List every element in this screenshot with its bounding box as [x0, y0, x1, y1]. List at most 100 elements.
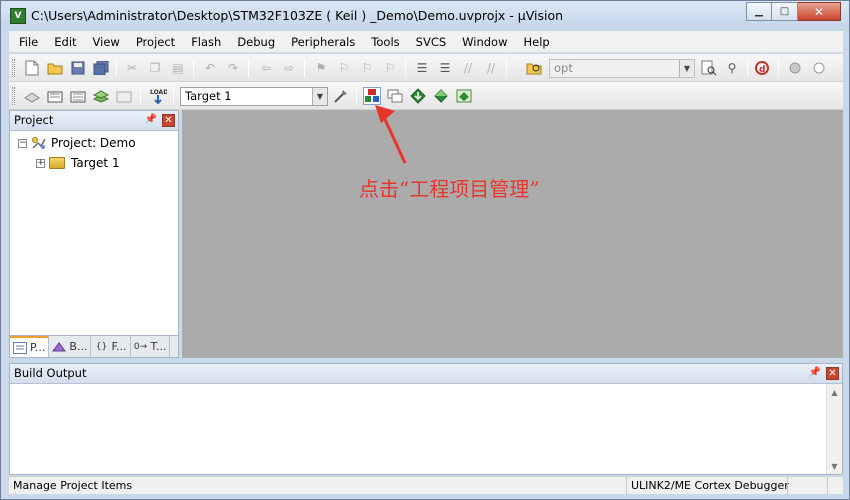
build-output-scrollbar[interactable]: ▲ ▼ [826, 384, 842, 474]
find-combo-value: opt [554, 61, 573, 75]
stop-build-icon[interactable] [115, 87, 133, 105]
previous-bookmark-icon[interactable]: ⚐ [335, 59, 353, 77]
window-controls: ▁ □ ✕ [746, 2, 841, 22]
functions-tab-icon: {} [95, 341, 108, 352]
build-icon[interactable] [46, 87, 64, 105]
batch-build-icon[interactable] [92, 87, 110, 105]
comment-icon[interactable]: // [459, 59, 477, 77]
project-icon [31, 136, 47, 150]
status-message: Manage Project Items [13, 479, 133, 492]
tree-item-project[interactable]: − Project: Demo [18, 136, 136, 150]
tree-item-target[interactable]: + Target 1 [36, 156, 120, 170]
menu-help[interactable]: Help [516, 31, 558, 53]
menu-debug[interactable]: Debug [229, 31, 283, 53]
open-folder-icon[interactable] [46, 59, 64, 77]
new-file-icon[interactable] [23, 59, 41, 77]
title-bar[interactable]: V C:\Users\Administrator\Desktop\STM32F1… [1, 1, 849, 31]
keil-uv-icon: V [10, 8, 26, 24]
menu-tools[interactable]: Tools [363, 31, 407, 53]
tab-books[interactable]: B... [49, 336, 92, 357]
svg-text:d: d [759, 65, 765, 75]
menu-bar: File Edit View Project Flash Debug Perip… [9, 31, 843, 53]
pin-icon[interactable]: 📌 [809, 367, 821, 378]
navigate-forward-icon[interactable]: ⇨ [280, 59, 298, 77]
minimize-button[interactable]: ▁ [746, 2, 772, 21]
folder-icon [49, 157, 65, 169]
project-pane-tabs: P... B... {} F... 0→ T... [10, 335, 178, 357]
status-debugger: ULINK2/ME Cortex Debugger [626, 477, 789, 495]
chevron-down-icon[interactable]: ▼ [679, 60, 694, 77]
manage-run-time-environment-icon[interactable] [432, 87, 450, 105]
save-all-icon[interactable] [92, 59, 110, 77]
cut-icon[interactable]: ✂ [123, 59, 141, 77]
copy-icon[interactable]: ❐ [146, 59, 164, 77]
menu-project[interactable]: Project [128, 31, 183, 53]
next-bookmark-icon[interactable]: ⚐ [358, 59, 376, 77]
build-output-title: Build Output [14, 366, 87, 380]
close-icon[interactable]: ✕ [826, 367, 839, 380]
scroll-down-icon[interactable]: ▼ [827, 458, 842, 474]
unindent-icon[interactable]: ☰ [436, 59, 454, 77]
rebuild-icon[interactable] [69, 87, 87, 105]
close-icon[interactable]: ✕ [162, 114, 175, 127]
tab-templates[interactable]: 0→ T... [131, 336, 171, 357]
expand-icon[interactable]: + [36, 158, 45, 168]
find-icon[interactable] [700, 59, 718, 77]
close-button[interactable]: ✕ [798, 2, 841, 21]
redo-icon[interactable]: ↷ [224, 59, 242, 77]
toolbar-separator [356, 87, 357, 105]
target-select-value: Target 1 [185, 89, 232, 103]
collapse-icon[interactable]: − [18, 138, 27, 148]
pin-icon[interactable]: 📌 [145, 114, 157, 125]
chevron-down-icon[interactable]: ▼ [312, 88, 327, 105]
build-output-pane: Build Output 📌 ✕ ▲ ▼ [9, 363, 843, 475]
toolbar-separator [248, 59, 249, 77]
download-icon[interactable]: LOAD [149, 87, 167, 105]
menu-peripherals[interactable]: Peripherals [283, 31, 363, 53]
insert-bookmark-icon[interactable]: ⚑ [312, 59, 330, 77]
file-toolbar: ✂ ❐ ▤ ↶ ↷ ⇦ ⇨ ⚑ ⚐ ⚐ ⚐ ☰ ☰ // // opt ▼ ⚲ … [9, 54, 843, 82]
menu-edit[interactable]: Edit [46, 31, 84, 53]
enable-breakpoint-icon[interactable] [810, 59, 828, 77]
undo-icon[interactable]: ↶ [201, 59, 219, 77]
editor-area[interactable] [182, 110, 843, 358]
build-output-header: Build Output 📌 ✕ [10, 364, 842, 384]
tab-label: B... [69, 340, 88, 353]
tree-item-label: Target 1 [71, 156, 120, 170]
uncomment-icon[interactable]: // [482, 59, 500, 77]
status-separator [787, 477, 788, 495]
toolbar-separator [778, 59, 779, 77]
project-pane-header: Project 📌 ✕ [10, 111, 178, 131]
menu-view[interactable]: View [85, 31, 128, 53]
paste-icon[interactable]: ▤ [169, 59, 187, 77]
status-separator [827, 477, 828, 495]
indent-icon[interactable]: ☰ [413, 59, 431, 77]
toolbar-grip[interactable] [12, 87, 15, 105]
maximize-button[interactable]: □ [772, 2, 798, 21]
menu-window[interactable]: Window [454, 31, 515, 53]
tab-project[interactable]: P... [10, 336, 50, 357]
menu-svcs[interactable]: SVCS [408, 31, 455, 53]
debug-session-icon[interactable]: d [754, 59, 772, 77]
insert-breakpoint-icon[interactable] [786, 59, 804, 77]
target-select[interactable]: Target 1 ▼ [180, 87, 328, 106]
menu-flash[interactable]: Flash [183, 31, 229, 53]
find-in-files-icon[interactable] [525, 59, 543, 77]
toolbar-grip[interactable] [12, 59, 15, 77]
menu-file[interactable]: File [9, 31, 46, 53]
toolbar-separator [193, 59, 194, 77]
clear-bookmarks-icon[interactable]: ⚐ [381, 59, 399, 77]
incremental-find-icon[interactable]: ⚲ [723, 59, 741, 77]
tree-item-label: Project: Demo [51, 136, 136, 150]
navigate-back-icon[interactable]: ⇦ [257, 59, 275, 77]
configure-icon[interactable] [455, 87, 473, 105]
target-options-icon[interactable] [332, 87, 350, 105]
translate-icon[interactable] [23, 87, 41, 105]
main-window: V C:\Users\Administrator\Desktop\STM32F1… [0, 0, 850, 500]
tab-functions[interactable]: {} F... [91, 336, 131, 357]
toolbar-separator [116, 59, 117, 77]
save-icon[interactable] [69, 59, 87, 77]
scroll-up-icon[interactable]: ▲ [827, 384, 842, 400]
find-combo[interactable]: opt ▼ [549, 59, 695, 78]
toolbar-separator [506, 59, 507, 77]
